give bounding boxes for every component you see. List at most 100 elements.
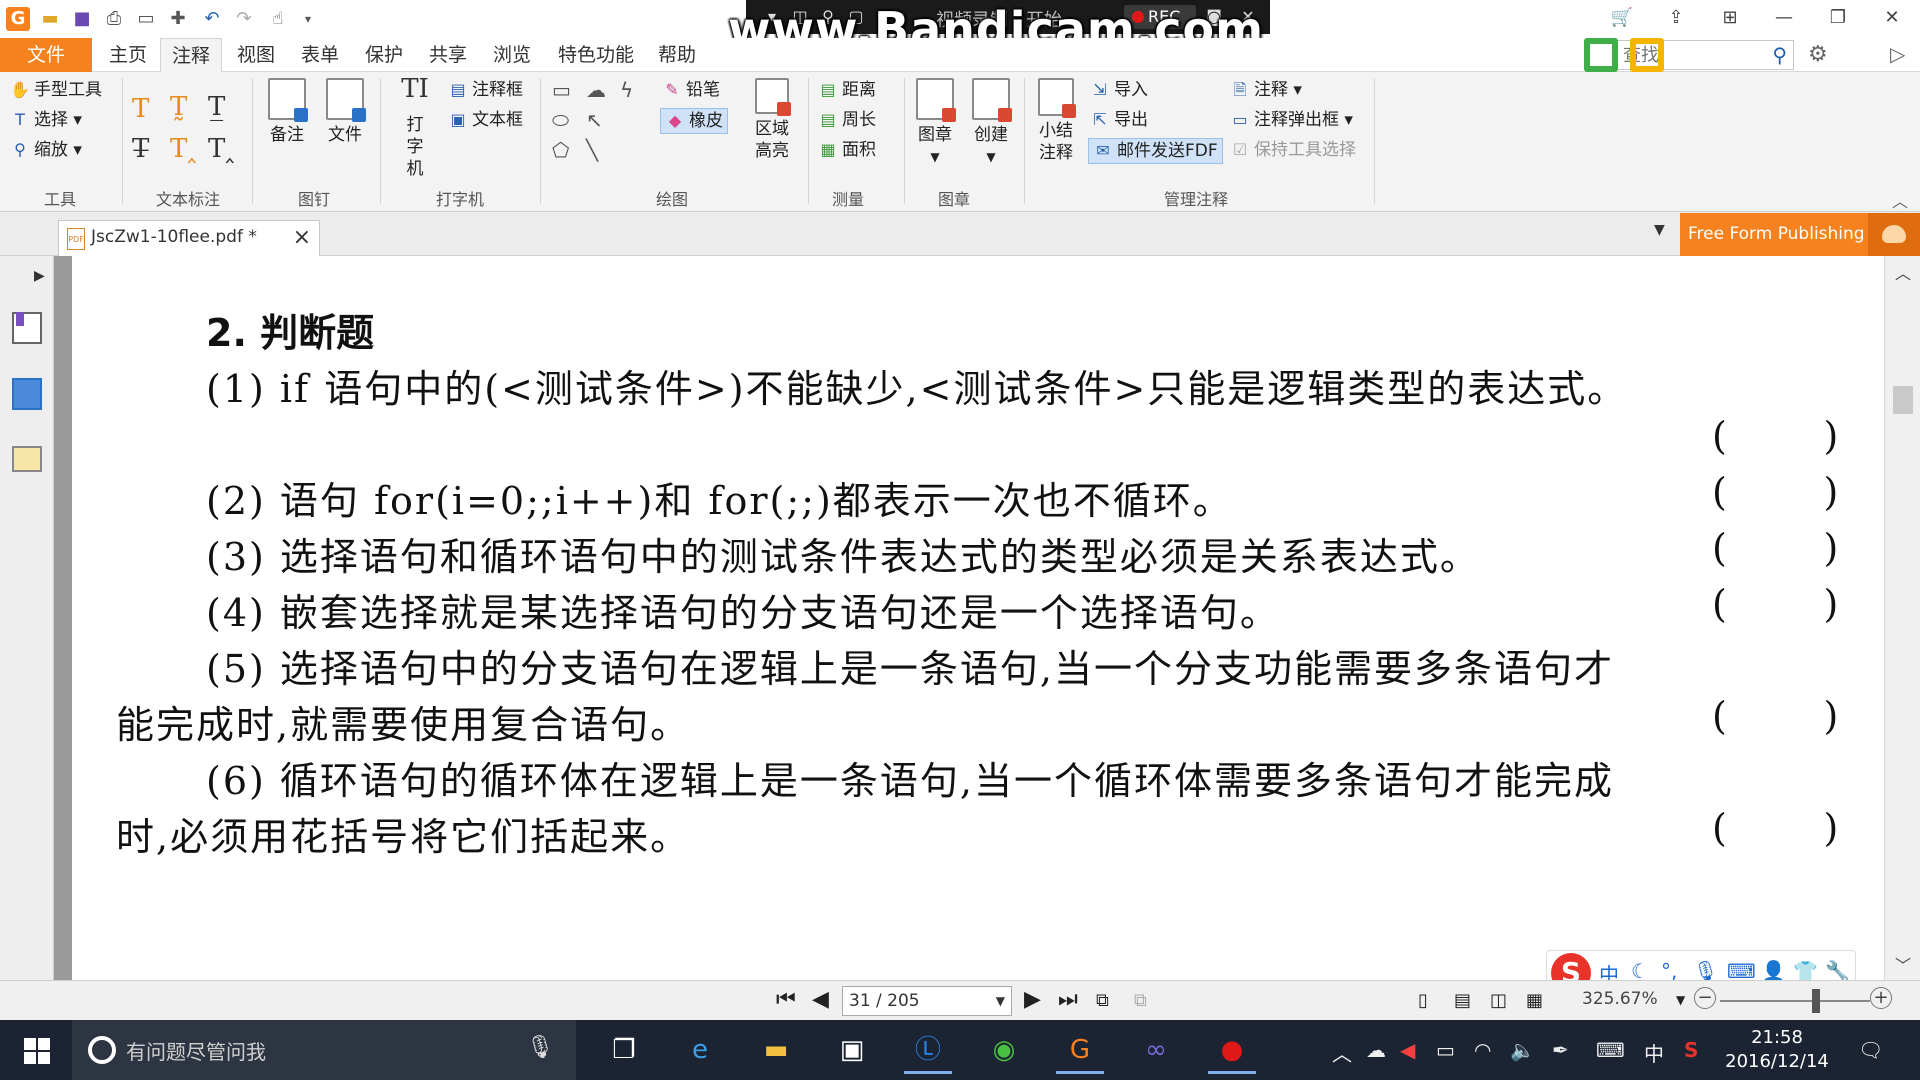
line-icon[interactable]: ╲ <box>586 138 598 162</box>
free-form-publishing-button[interactable]: Free Form Publishing <box>1680 213 1920 256</box>
tab-form[interactable]: 表单 <box>290 38 350 72</box>
battery-icon[interactable]: ▭ <box>1436 1038 1455 1062</box>
zoom-slider[interactable] <box>1720 1000 1870 1002</box>
system-clock[interactable]: 21:58 2016/12/14 <box>1722 1026 1832 1074</box>
vertical-scrollbar[interactable]: ︿ ﹀ <box>1884 256 1920 980</box>
file-explorer-icon[interactable]: ▬ <box>752 1026 800 1074</box>
cart-icon[interactable]: 🛒 <box>1602 4 1642 32</box>
facing-page-icon[interactable]: ◫ <box>1490 990 1507 1011</box>
rectangle-icon[interactable]: ▭ <box>552 78 571 102</box>
new-doc-icon[interactable]: ✚ <box>166 7 190 31</box>
next-page-icon[interactable]: ▶ <box>1024 987 1041 1012</box>
green-browser-icon[interactable]: ◉ <box>980 1026 1028 1074</box>
ime-indicator[interactable]: 中 <box>1644 1038 1664 1067</box>
bandicam-app-icon[interactable]: ● <box>1208 1026 1256 1074</box>
print-icon[interactable]: ⎙ <box>102 7 126 31</box>
tab-features[interactable]: 特色功能 <box>546 38 646 72</box>
minimize-button[interactable]: — <box>1764 4 1804 32</box>
replace-text-icon[interactable]: T‸ <box>170 134 196 164</box>
store-icon[interactable]: ▣ <box>828 1026 876 1074</box>
answer-blank-6[interactable]: ( ) <box>1712 806 1838 850</box>
wifi-icon[interactable]: ◠ <box>1474 1038 1491 1062</box>
stamp-button[interactable]: 图章 ▼ <box>906 78 964 168</box>
typewriter-button[interactable]: TI 打字机 <box>390 76 440 180</box>
tab-home[interactable]: 主页 <box>98 38 158 72</box>
close-button[interactable]: ✕ <box>1872 4 1912 32</box>
sogou-tray-icon[interactable]: S <box>1684 1038 1698 1062</box>
email-fdf-button[interactable]: ✉ 邮件发送FDF <box>1088 138 1223 164</box>
settings-icon[interactable]: ⚙ <box>1808 42 1828 67</box>
app-logo-icon[interactable]: G <box>6 7 30 31</box>
microphone-icon[interactable]: 🎙 <box>526 1035 554 1060</box>
cloud-tray-icon[interactable]: ☁ <box>1366 1038 1386 1062</box>
action-center-icon[interactable]: 🗨 <box>1858 1038 1883 1062</box>
zoom-tool-button[interactable]: ⚲ 缩放 ▾ <box>10 138 82 162</box>
polyline-icon[interactable]: ϟ <box>620 78 633 102</box>
comments-dropdown[interactable]: 🗎 注释 ▾ <box>1230 78 1302 102</box>
popup-dropdown[interactable]: ▭ 注释弹出框 ▾ <box>1230 108 1353 132</box>
answer-blank-2[interactable]: ( ) <box>1712 470 1838 514</box>
last-page-icon[interactable]: ⏭ <box>1058 987 1078 1012</box>
bookmark-icon[interactable] <box>12 312 42 344</box>
page-number-field[interactable]: 31 / 205 ▼ <box>842 986 1012 1016</box>
note-button[interactable]: 备注 <box>262 78 312 146</box>
expand-panel-icon[interactable]: ▶ <box>34 268 45 284</box>
hand-tool-button[interactable]: ✋ 手型工具 <box>10 78 102 102</box>
volume-icon[interactable]: 🔈 <box>1510 1038 1535 1062</box>
open-icon[interactable]: ▬ <box>38 7 62 31</box>
next-view-icon[interactable]: ⧉ <box>1134 990 1147 1011</box>
foxit-reader-icon[interactable]: G <box>1056 1026 1104 1074</box>
tab-browse[interactable]: 浏览 <box>482 38 542 72</box>
search-icon[interactable]: ⚲ <box>1772 43 1787 67</box>
tab-view[interactable]: 视图 <box>226 38 286 72</box>
summarize-comments-button[interactable]: 小结注释 <box>1030 78 1082 164</box>
speaker-alert-icon[interactable]: ◀ <box>1400 1038 1415 1062</box>
squiggly-text-icon[interactable]: T̰ <box>170 92 187 122</box>
start-button[interactable] <box>0 1020 72 1080</box>
zoom-level[interactable]: 325.67% <box>1582 989 1658 1009</box>
cortana-search-box[interactable]: 有问题尽管问我 🎙 <box>72 1020 576 1080</box>
zoom-in-button[interactable]: + <box>1870 987 1892 1009</box>
export-button[interactable]: ⇱ 导出 <box>1090 108 1148 132</box>
previous-view-icon[interactable]: ⧉ <box>1096 990 1109 1011</box>
edge-browser-icon[interactable]: e <box>676 1026 724 1074</box>
answer-blank-4[interactable]: ( ) <box>1712 582 1838 626</box>
tray-expand-icon[interactable]: ︿ <box>1332 1038 1352 1067</box>
tab-comment[interactable]: 注释 <box>160 38 222 72</box>
tab-protect[interactable]: 保护 <box>354 38 414 72</box>
continuous-facing-icon[interactable]: ▦ <box>1526 990 1543 1011</box>
eraser-button[interactable]: ◆ 橡皮 <box>660 108 728 134</box>
undo-icon[interactable]: ↶ <box>200 7 224 31</box>
tab-list-dropdown-icon[interactable]: ▼ <box>1654 222 1665 238</box>
select-tool-button[interactable]: T 选择 ▾ <box>10 108 82 132</box>
touch-keyboard-icon[interactable]: ⌨ <box>1596 1038 1625 1062</box>
ribbon-next-icon[interactable]: ▷ <box>1890 42 1905 66</box>
document-tab[interactable]: PDF JscZw1-10flee.pdf * × <box>58 220 320 256</box>
area-highlight-button[interactable]: 区域高亮 <box>748 78 796 162</box>
import-button[interactable]: ⇲ 导入 <box>1090 78 1148 102</box>
create-stamp-button[interactable]: 创建 ▼ <box>962 78 1020 168</box>
tab-share[interactable]: 共享 <box>418 38 478 72</box>
scroll-down-icon[interactable]: ﹀ <box>1885 952 1920 976</box>
page-dropdown-icon[interactable]: ▼ <box>996 987 1005 1015</box>
tab-file[interactable]: 文件 <box>0 38 92 72</box>
keep-tool-checkbox[interactable]: ☑ 保持工具选择 <box>1230 138 1356 162</box>
comments-panel-icon[interactable] <box>12 446 42 472</box>
panel-splitter[interactable] <box>54 256 72 980</box>
zoom-slider-thumb[interactable] <box>1812 989 1820 1013</box>
pages-icon[interactable] <box>12 378 42 410</box>
arrow-icon[interactable]: ↖ <box>586 108 603 132</box>
answer-blank-5[interactable]: ( ) <box>1712 694 1838 738</box>
zoom-out-button[interactable]: − <box>1694 987 1716 1009</box>
task-view-icon[interactable]: ❐ <box>600 1026 648 1074</box>
save-icon[interactable]: ■ <box>70 7 94 31</box>
distance-button[interactable]: ▤ 距离 <box>818 78 876 102</box>
file-attach-button[interactable]: 文件 <box>320 78 370 146</box>
underline-text-icon[interactable]: T̲ <box>208 92 225 122</box>
area-button[interactable]: ▦ 面积 <box>818 138 876 162</box>
single-page-icon[interactable]: ▯ <box>1418 990 1428 1011</box>
infinity-app-icon[interactable]: ∞ <box>1132 1026 1180 1074</box>
polygon-icon[interactable]: ⬠ <box>552 138 569 162</box>
perimeter-button[interactable]: ▤ 周长 <box>818 108 876 132</box>
answer-blank-1[interactable]: ( ) <box>1712 414 1838 458</box>
